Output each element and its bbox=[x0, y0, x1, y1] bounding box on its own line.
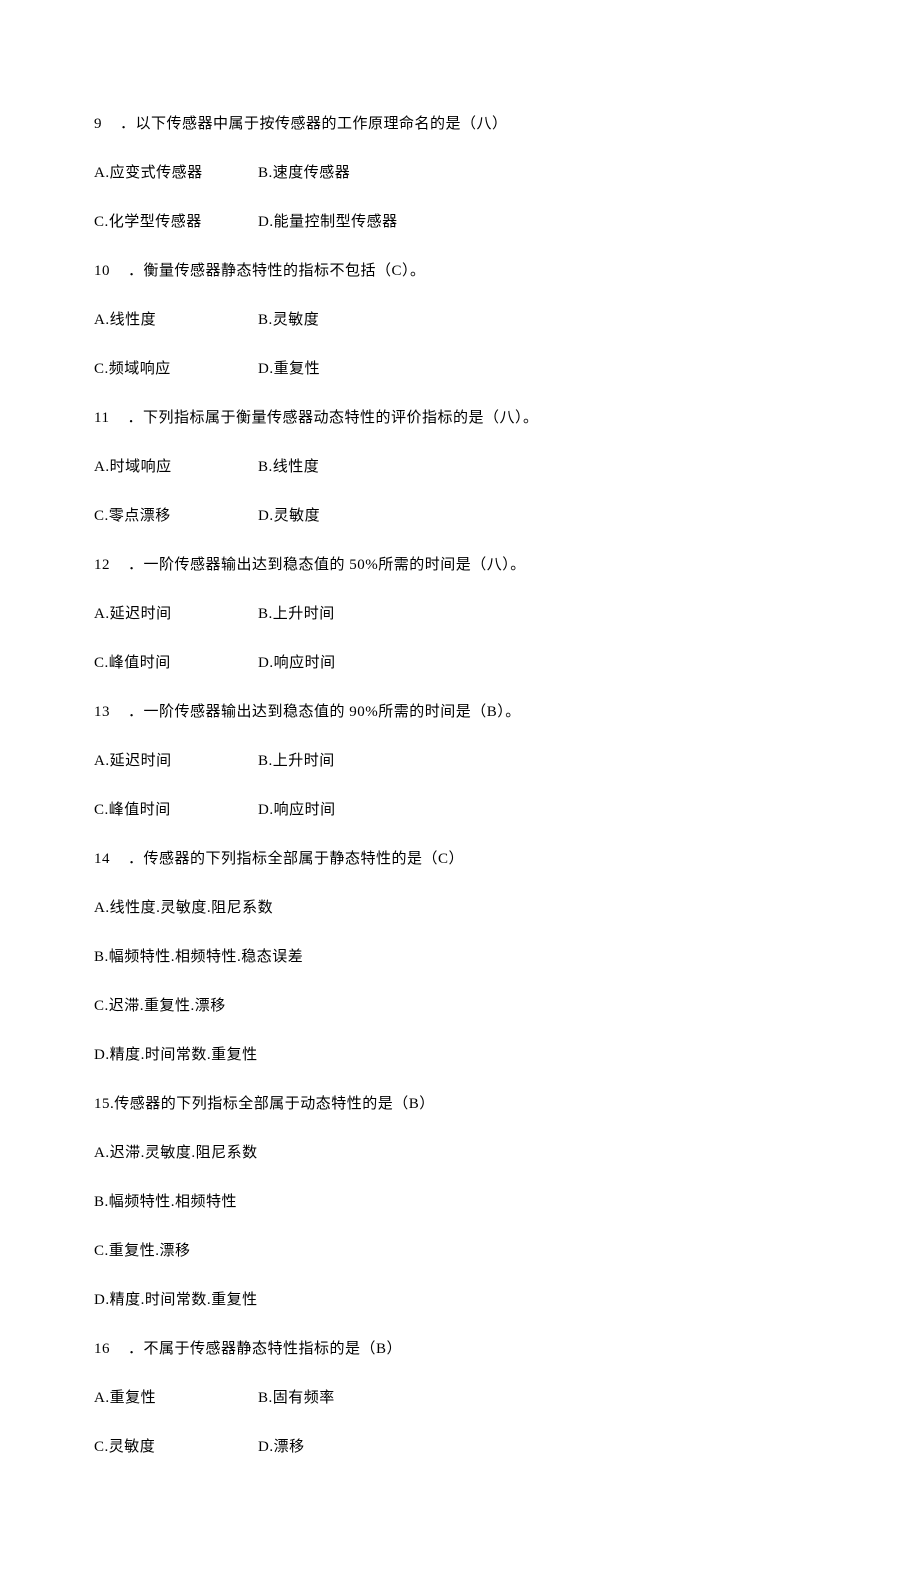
question-dot: ． bbox=[128, 1341, 144, 1357]
question-text: 不属于传感器静态特性指标的是（B） bbox=[144, 1341, 403, 1357]
question-stem: 10 ．衡量传感器静态特性的指标不包括（C）。 bbox=[94, 261, 826, 282]
option-d: D.响应时间 bbox=[258, 653, 336, 674]
option-c: C.迟滞.重复性.漂移 bbox=[94, 996, 826, 1017]
question-stem: 15.传感器的下列指标全部属于动态特性的是（B） bbox=[94, 1094, 826, 1115]
question-stem: 11 ．下列指标属于衡量传感器动态特性的评价指标的是（八）。 bbox=[94, 408, 826, 429]
option-a: A.延迟时间 bbox=[94, 604, 258, 625]
option-d: D.响应时间 bbox=[258, 800, 336, 821]
option-b: B.幅频特性.相频特性.稳态误差 bbox=[94, 947, 826, 968]
question-number: 13 bbox=[94, 702, 110, 723]
option-row: C.灵敏度 D.漂移 bbox=[94, 1437, 826, 1458]
option-c: C.峰值时间 bbox=[94, 800, 258, 821]
question-number: 16 bbox=[94, 1339, 110, 1360]
question-stem: 12 ．一阶传感器输出达到稳态值的 50%所需的时间是（八）。 bbox=[94, 555, 826, 576]
option-b: B.线性度 bbox=[258, 457, 319, 478]
option-row: C.化学型传感器 D.能量控制型传感器 bbox=[94, 212, 826, 233]
option-b: B.固有频率 bbox=[258, 1388, 335, 1409]
option-row: C.零点漂移 D.灵敏度 bbox=[94, 506, 826, 527]
option-b: B.幅频特性.相频特性 bbox=[94, 1192, 826, 1213]
option-row: C.频域响应 D.重复性 bbox=[94, 359, 826, 380]
question-number: 11 bbox=[94, 408, 109, 429]
document-page: 9．以下传感器中属于按传感器的工作原理命名的是（八） A.应变式传感器 B.速度… bbox=[0, 0, 920, 1586]
question-text: 下列指标属于衡量传感器动态特性的评价指标的是（八）。 bbox=[143, 410, 539, 426]
option-row: A.线性度 B.灵敏度 bbox=[94, 310, 826, 331]
question-stem: 13 ．一阶传感器输出达到稳态值的 90%所需的时间是（B）。 bbox=[94, 702, 826, 723]
option-c: C.峰值时间 bbox=[94, 653, 258, 674]
question-dot: ． bbox=[120, 116, 136, 132]
option-a: A.应变式传感器 bbox=[94, 163, 258, 184]
question-text: 一阶传感器输出达到稳态值的 90%所需的时间是（B）。 bbox=[144, 704, 521, 720]
option-row: A.延迟时间 B.上升时间 bbox=[94, 751, 826, 772]
question-dot: ． bbox=[128, 263, 144, 279]
option-d: D.重复性 bbox=[258, 359, 320, 380]
option-c: C.化学型传感器 bbox=[94, 212, 258, 233]
question-text: 传感器的下列指标全部属于静态特性的是（C） bbox=[144, 851, 465, 867]
question-number: 12 bbox=[94, 555, 110, 576]
question-dot: ． bbox=[128, 851, 144, 867]
question-text: 衡量传感器静态特性的指标不包括（C）。 bbox=[144, 263, 426, 279]
option-c: C.灵敏度 bbox=[94, 1437, 258, 1458]
option-c: C.零点漂移 bbox=[94, 506, 258, 527]
option-row: C.峰值时间 D.响应时间 bbox=[94, 653, 826, 674]
option-row: A.重复性 B.固有频率 bbox=[94, 1388, 826, 1409]
option-a: A.迟滞.灵敏度.阻尼系数 bbox=[94, 1143, 826, 1164]
question-text: 以下传感器中属于按传感器的工作原理命名的是（八） bbox=[136, 116, 508, 132]
option-row: A.时域响应 B.线性度 bbox=[94, 457, 826, 478]
option-a: A.线性度 bbox=[94, 310, 258, 331]
option-a: A.时域响应 bbox=[94, 457, 258, 478]
option-a: A.延迟时间 bbox=[94, 751, 258, 772]
option-row: C.峰值时间 D.响应时间 bbox=[94, 800, 826, 821]
option-row: A.应变式传感器 B.速度传感器 bbox=[94, 163, 826, 184]
option-b: B.上升时间 bbox=[258, 604, 335, 625]
question-dot: ． bbox=[128, 704, 144, 720]
option-a: A.线性度.灵敏度.阻尼系数 bbox=[94, 898, 826, 919]
option-c: C.频域响应 bbox=[94, 359, 258, 380]
question-stem: 9 ．以下传感器中属于按传感器的工作原理命名的是（八） bbox=[94, 114, 826, 135]
option-d: D.灵敏度 bbox=[258, 506, 320, 527]
question-number: 9 bbox=[94, 114, 102, 135]
question-stem: 14 ．传感器的下列指标全部属于静态特性的是（C） bbox=[94, 849, 826, 870]
question-number: 14 bbox=[94, 849, 110, 870]
question-dot: ． bbox=[127, 410, 143, 426]
question-dot: ． bbox=[128, 557, 144, 573]
option-row: A.延迟时间 B.上升时间 bbox=[94, 604, 826, 625]
option-c: C.重复性.漂移 bbox=[94, 1241, 826, 1262]
option-b: B.上升时间 bbox=[258, 751, 335, 772]
option-a: A.重复性 bbox=[94, 1388, 258, 1409]
question-stem: 16 ．不属于传感器静态特性指标的是（B） bbox=[94, 1339, 826, 1360]
question-text: 一阶传感器输出达到稳态值的 50%所需的时间是（八）。 bbox=[144, 557, 526, 573]
option-b: B.灵敏度 bbox=[258, 310, 319, 331]
question-number: 10 bbox=[94, 261, 110, 282]
option-b: B.速度传感器 bbox=[258, 163, 350, 184]
option-d: D.漂移 bbox=[258, 1437, 305, 1458]
option-d: D.能量控制型传感器 bbox=[258, 212, 398, 233]
option-d: D.精度.时间常数.重复性 bbox=[94, 1045, 826, 1066]
